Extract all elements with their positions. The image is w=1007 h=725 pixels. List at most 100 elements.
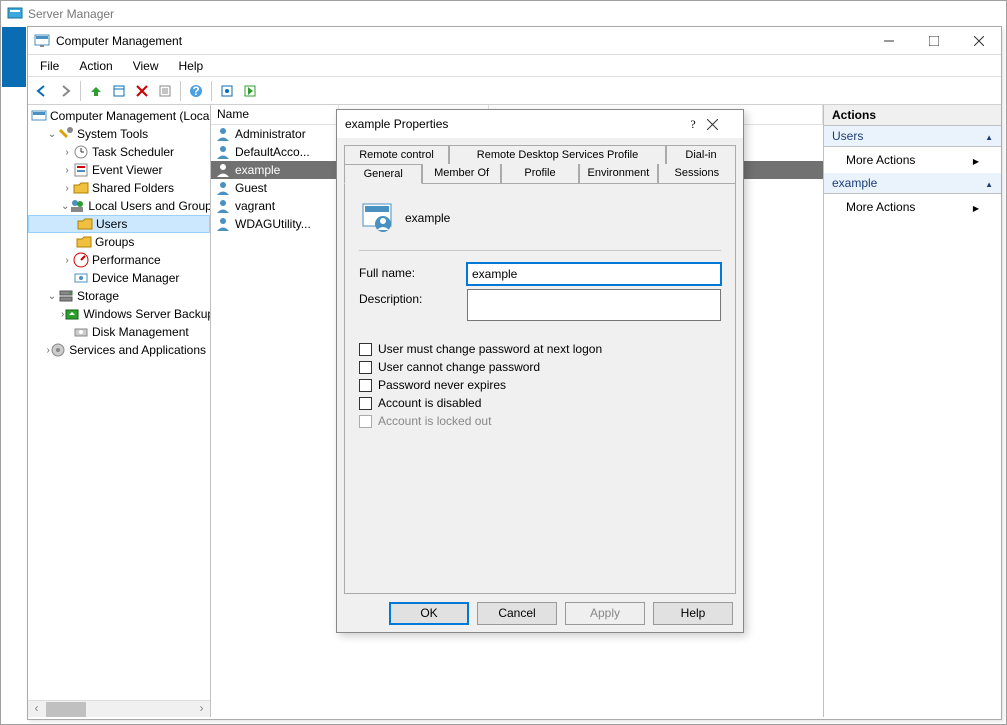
minimize-button[interactable]	[866, 27, 911, 54]
close-button[interactable]	[956, 27, 1001, 54]
menu-help[interactable]: Help	[169, 56, 214, 76]
help-button[interactable]: ?	[185, 80, 207, 102]
svg-text:?: ?	[192, 84, 199, 98]
checkbox-cannot-change-password[interactable]: User cannot change password	[359, 360, 721, 374]
tab-general[interactable]: General	[344, 164, 422, 184]
tree-event-viewer[interactable]: › Event Viewer	[28, 161, 210, 179]
checkbox-icon[interactable]	[359, 361, 372, 374]
checkbox-must-change-password[interactable]: User must change password at next logon	[359, 342, 721, 356]
expand-icon[interactable]: ›	[61, 165, 73, 176]
dialog-help-btn[interactable]: Help	[653, 602, 733, 625]
scrollbar-thumb[interactable]	[46, 702, 86, 717]
cancel-button[interactable]: Cancel	[477, 602, 557, 625]
tab-profile[interactable]: Profile	[501, 164, 579, 184]
expand-icon[interactable]: ›	[61, 255, 73, 266]
dialog-close-button[interactable]	[707, 119, 735, 130]
delete-button[interactable]	[131, 80, 153, 102]
menu-action[interactable]: Action	[69, 56, 122, 76]
tree-local-users-groups[interactable]: ⌄ Local Users and Groups	[28, 197, 210, 215]
collapse-icon[interactable]: ⌄	[46, 291, 58, 302]
tree-shared-folders[interactable]: › Shared Folders	[28, 179, 210, 197]
checkbox-icon[interactable]	[359, 379, 372, 392]
folder-icon	[76, 234, 92, 250]
tree-root[interactable]: Computer Management (Local	[28, 107, 210, 125]
tools-icon	[58, 126, 74, 142]
server-manager-title: Server Manager	[28, 7, 114, 21]
mmc-title: Computer Management	[56, 34, 866, 48]
actions-section-example[interactable]: example	[824, 173, 1001, 194]
tree-services-apps[interactable]: › Services and Applications	[28, 341, 210, 359]
background-ribbon-hint	[2, 27, 26, 87]
user-icon	[215, 162, 231, 178]
server-manager-titlebar: Server Manager	[1, 1, 1006, 26]
dialog-button-row: OK Cancel Apply Help	[337, 594, 743, 633]
checkbox-password-never-expires[interactable]: Password never expires	[359, 378, 721, 392]
actions-more-example[interactable]: More Actions	[824, 194, 1001, 220]
disk-icon	[73, 324, 89, 340]
extra-tool-2[interactable]	[239, 80, 261, 102]
user-large-icon	[361, 202, 393, 234]
expand-icon[interactable]: ›	[61, 183, 73, 194]
maximize-button[interactable]	[911, 27, 956, 54]
tree-storage[interactable]: ⌄ Storage	[28, 287, 210, 305]
checkbox-icon	[359, 415, 372, 428]
mmc-titlebar[interactable]: Computer Management	[28, 27, 1001, 55]
properties-dialog: example Properties ? Remote control Remo…	[336, 109, 744, 633]
backup-icon	[64, 306, 80, 322]
actions-more-users[interactable]: More Actions	[824, 147, 1001, 173]
tree-pane: Computer Management (Local ⌄ System Tool…	[28, 105, 211, 717]
description-input[interactable]	[467, 289, 721, 321]
checkbox-icon[interactable]	[359, 343, 372, 356]
forward-button[interactable]	[54, 80, 76, 102]
tab-dialin[interactable]: Dial-in	[666, 145, 736, 164]
tree-groups[interactable]: Groups	[28, 233, 210, 251]
tree-performance[interactable]: › Performance	[28, 251, 210, 269]
performance-icon	[73, 252, 89, 268]
actions-section-users[interactable]: Users	[824, 126, 1001, 147]
col-name[interactable]: Name	[211, 105, 339, 124]
tree-disk-management[interactable]: › Disk Management	[28, 323, 210, 341]
up-button[interactable]	[85, 80, 107, 102]
tree-windows-server-backup[interactable]: › Windows Server Backup	[28, 305, 210, 323]
dialog-titlebar[interactable]: example Properties ?	[337, 110, 743, 138]
show-hide-tree-button[interactable]	[108, 80, 130, 102]
divider	[359, 250, 721, 251]
tab-sessions[interactable]: Sessions	[658, 164, 736, 184]
full-name-input[interactable]	[467, 263, 721, 285]
tree-task-scheduler[interactable]: › Task Scheduler	[28, 143, 210, 161]
tree-root-label: Computer Management (Local	[50, 109, 211, 123]
tab-member-of[interactable]: Member Of	[422, 164, 500, 184]
dialog-help-button[interactable]: ?	[679, 117, 707, 132]
actions-pane: Actions Users More Actions example More …	[824, 105, 1001, 717]
tab-rds-profile[interactable]: Remote Desktop Services Profile	[449, 145, 666, 164]
tab-general-panel: example Full name: Description: User mus…	[344, 184, 736, 594]
back-button[interactable]	[31, 80, 53, 102]
tree-horizontal-scrollbar[interactable]: ‹ ›	[28, 700, 210, 717]
tab-remote-control[interactable]: Remote control	[344, 145, 449, 164]
tree-users[interactable]: Users	[28, 215, 210, 233]
checkbox-account-disabled[interactable]: Account is disabled	[359, 396, 721, 410]
ok-button[interactable]: OK	[389, 602, 469, 625]
tree-device-manager[interactable]: › Device Manager	[28, 269, 210, 287]
tree-system-tools[interactable]: ⌄ System Tools	[28, 125, 210, 143]
checkbox-account-locked: Account is locked out	[359, 414, 721, 428]
collapse-icon[interactable]: ⌄	[61, 201, 69, 212]
properties-button[interactable]	[154, 80, 176, 102]
actions-title: Actions	[824, 105, 1001, 126]
expand-icon[interactable]: ›	[61, 147, 73, 158]
user-icon	[215, 126, 231, 142]
submenu-icon	[973, 153, 979, 167]
device-icon	[73, 270, 89, 286]
users-groups-icon	[69, 198, 85, 214]
checkbox-icon[interactable]	[359, 397, 372, 410]
extra-tool-1[interactable]	[216, 80, 238, 102]
collapse-icon	[985, 129, 993, 143]
dialog-tabs: Remote control Remote Desktop Services P…	[337, 138, 743, 594]
user-icon	[215, 180, 231, 196]
user-icon	[215, 144, 231, 160]
menu-file[interactable]: File	[30, 56, 69, 76]
user-icon	[215, 216, 231, 232]
menu-view[interactable]: View	[123, 56, 169, 76]
collapse-icon[interactable]: ⌄	[46, 129, 58, 140]
tab-environment[interactable]: Environment	[579, 164, 657, 184]
